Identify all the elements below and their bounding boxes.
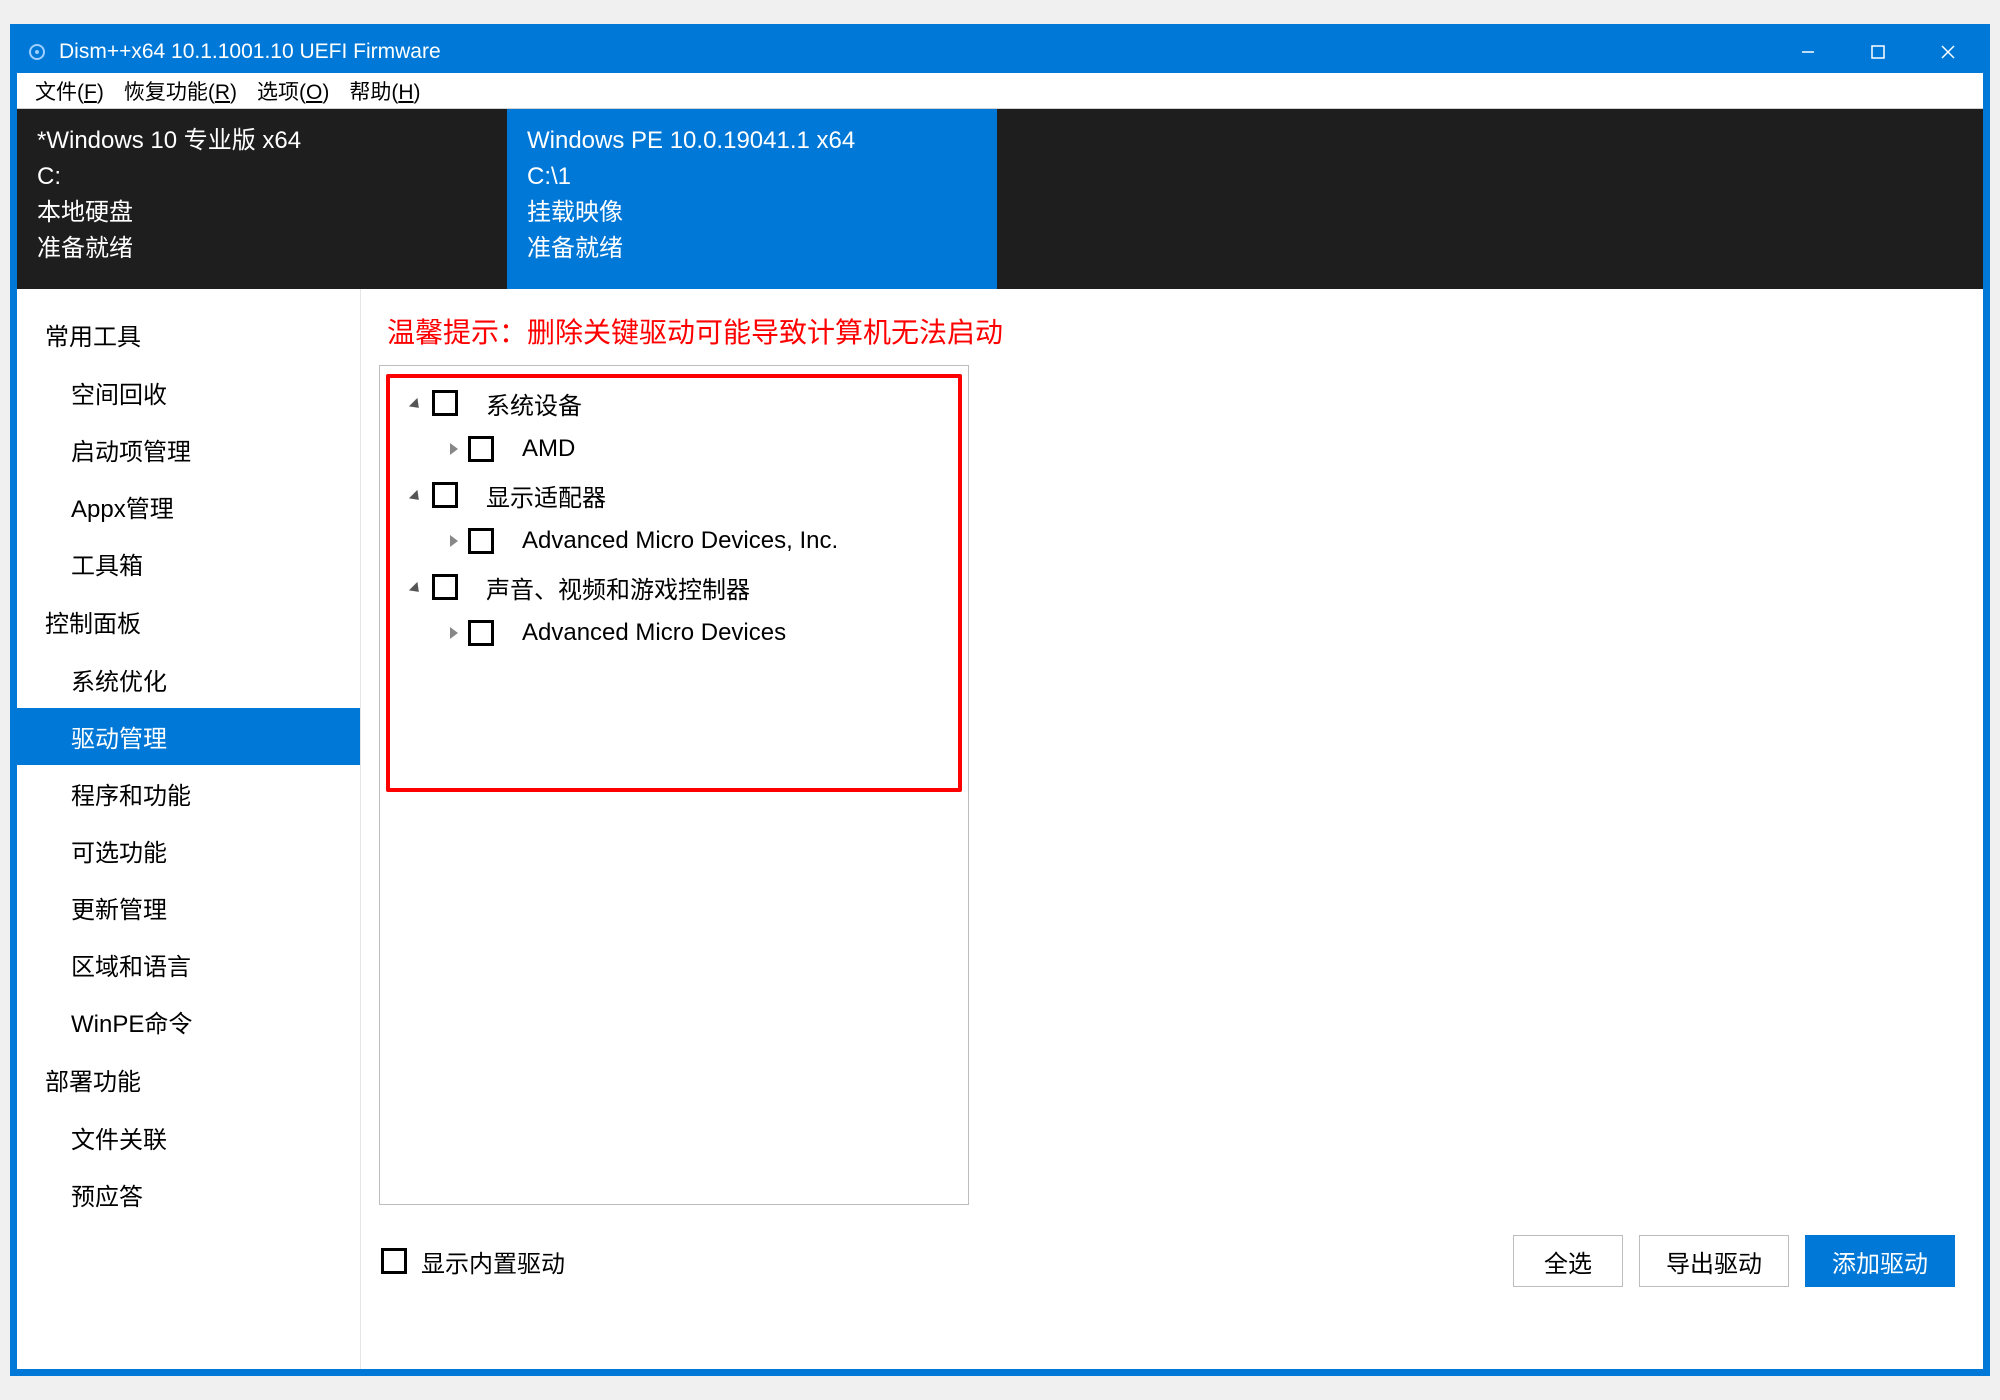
menu-o[interactable]: 选项(O) (247, 72, 339, 110)
add-driver-button[interactable]: 添加驱动 (1805, 1235, 1955, 1287)
menu-h[interactable]: 帮助(H) (339, 72, 430, 110)
tree-row[interactable]: 显示适配器 (388, 472, 960, 518)
app-window: Dism++x64 10.1.1001.10 UEFI Firmware 文件(… (16, 30, 1984, 1370)
checkbox-icon[interactable] (468, 620, 494, 646)
sidebar: 常用工具空间回收启动项管理Appx管理工具箱控制面板系统优化驱动管理程序和功能可… (17, 289, 361, 1369)
sidebar-item-programs[interactable]: 程序和功能 (17, 765, 360, 822)
sidebar-item-unattend[interactable]: 预应答 (17, 1166, 360, 1223)
sidebar-item-startup-mgmt[interactable]: 启动项管理 (17, 421, 360, 478)
sidebar-item-driver-mgmt[interactable]: 驱动管理 (17, 708, 360, 765)
sidebar-group-header: 常用工具 (17, 305, 360, 364)
tree-row[interactable]: Advanced Micro Devices (388, 610, 960, 656)
chevron-down-icon[interactable] (409, 490, 423, 504)
warning-text: 温馨提示：删除关键驱动可能导致计算机无法启动 (379, 307, 1955, 365)
sidebar-group-header: 部署功能 (17, 1050, 360, 1109)
os-tab-0[interactable]: *Windows 10 专业版 x64C:本地硬盘准备就绪 (17, 109, 507, 289)
sidebar-item-appx-mgmt[interactable]: Appx管理 (17, 478, 360, 535)
main-area: 常用工具空间回收启动项管理Appx管理工具箱控制面板系统优化驱动管理程序和功能可… (17, 289, 1983, 1369)
sidebar-item-optional[interactable]: 可选功能 (17, 822, 360, 879)
tree-label: Advanced Micro Devices, Inc. (522, 527, 838, 555)
sidebar-item-updates[interactable]: 更新管理 (17, 879, 360, 936)
titlebar: Dism++x64 10.1.1001.10 UEFI Firmware (17, 31, 1983, 73)
os-tab-1[interactable]: Windows PE 10.0.19041.1 x64C:\1挂载映像准备就绪 (507, 109, 997, 289)
os-tab-line: *Windows 10 专业版 x64 (37, 123, 487, 159)
chevron-right-icon[interactable] (450, 627, 458, 639)
tree-label: 声音、视频和游戏控制器 (486, 570, 750, 605)
footer-buttons: 全选 导出驱动 添加驱动 (1513, 1235, 1955, 1287)
chevron-right-icon[interactable] (450, 443, 458, 455)
sidebar-item-region[interactable]: 区域和语言 (17, 936, 360, 993)
window-title: Dism++x64 10.1.1001.10 UEFI Firmware (59, 40, 1773, 64)
show-builtin-toggle[interactable]: 显示内置驱动 (379, 1244, 565, 1279)
chevron-down-icon[interactable] (409, 398, 423, 412)
checkbox-icon (381, 1248, 407, 1274)
driver-tree[interactable]: 系统设备 AMD 显示适配器 Advanced Micro Devices, Inc.… (379, 365, 969, 1205)
os-tab-line: 挂载映像 (527, 195, 977, 231)
os-banner: *Windows 10 专业版 x64C:本地硬盘准备就绪Windows PE … (17, 109, 1983, 289)
sidebar-item-toolbox[interactable]: 工具箱 (17, 535, 360, 592)
close-button[interactable] (1913, 31, 1983, 73)
os-tab-line: 准备就绪 (527, 231, 977, 267)
menu-r[interactable]: 恢复功能(R) (114, 72, 247, 110)
sidebar-item-space-recycle[interactable]: 空间回收 (17, 364, 360, 421)
chevron-right-icon[interactable] (450, 535, 458, 547)
sidebar-item-winpe[interactable]: WinPE命令 (17, 993, 360, 1050)
tree-row[interactable]: AMD (388, 426, 960, 472)
checkbox-icon[interactable] (432, 574, 458, 600)
sidebar-item-system-opt[interactable]: 系统优化 (17, 651, 360, 708)
window-controls (1773, 31, 1983, 73)
sidebar-group-header: 控制面板 (17, 592, 360, 651)
tree-label: AMD (522, 435, 575, 463)
sidebar-item-file-assoc[interactable]: 文件关联 (17, 1109, 360, 1166)
os-tab-line: 本地硬盘 (37, 195, 487, 231)
tree-row[interactable]: Advanced Micro Devices, Inc. (388, 518, 960, 564)
checkbox-icon[interactable] (468, 436, 494, 462)
checkbox-icon[interactable] (468, 528, 494, 554)
os-tab-line: Windows PE 10.0.19041.1 x64 (527, 123, 977, 159)
menu-f[interactable]: 文件(F) (25, 72, 114, 110)
os-tab-line: 准备就绪 (37, 231, 487, 267)
maximize-button[interactable] (1843, 31, 1913, 73)
export-driver-button[interactable]: 导出驱动 (1639, 1235, 1789, 1287)
minimize-button[interactable] (1773, 31, 1843, 73)
tree-label: 系统设备 (486, 386, 582, 421)
content-panel: 温馨提示：删除关键驱动可能导致计算机无法启动 系统设备 AMD 显示适配器 Advan… (361, 289, 1983, 1369)
checkbox-icon[interactable] (432, 482, 458, 508)
tree-label: Advanced Micro Devices (522, 619, 786, 647)
menubar: 文件(F)恢复功能(R)选项(O)帮助(H) (17, 73, 1983, 109)
show-builtin-label: 显示内置驱动 (421, 1244, 565, 1279)
footer-row: 显示内置驱动 全选 导出驱动 添加驱动 (379, 1205, 1955, 1287)
tree-label: 显示适配器 (486, 478, 606, 513)
os-tab-line: C:\1 (527, 159, 977, 195)
os-tab-line: C: (37, 159, 487, 195)
checkbox-icon[interactable] (432, 390, 458, 416)
chevron-down-icon[interactable] (409, 582, 423, 596)
tree-row[interactable]: 声音、视频和游戏控制器 (388, 564, 960, 610)
app-icon (25, 40, 49, 64)
tree-row[interactable]: 系统设备 (388, 380, 960, 426)
select-all-button[interactable]: 全选 (1513, 1235, 1623, 1287)
